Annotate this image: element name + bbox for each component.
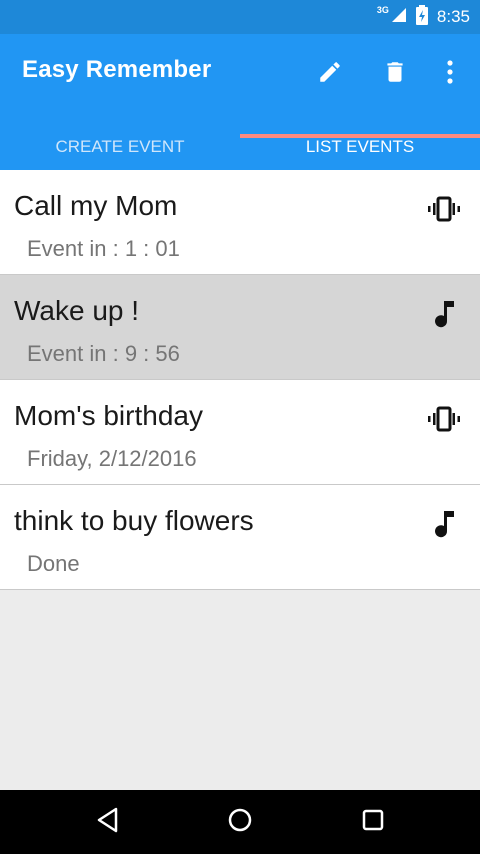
status-bar: 3G 8:35 (0, 0, 480, 34)
tab-list-events[interactable]: LIST EVENTS (240, 123, 480, 170)
system-nav-bar (0, 790, 480, 854)
vibrate-icon (426, 194, 462, 224)
signal-icon (391, 7, 407, 28)
event-title: Wake up ! (14, 295, 140, 326)
recents-button[interactable] (348, 802, 398, 842)
delete-icon (382, 59, 408, 90)
event-row[interactable]: Call my Mom Event in : 1 : 01 (0, 170, 480, 275)
delete-button[interactable] (375, 54, 415, 94)
recents-icon (361, 808, 385, 837)
battery-charging-icon (415, 4, 429, 30)
home-button[interactable] (215, 802, 265, 842)
event-subtitle: Event in : 9 : 56 (27, 341, 180, 366)
network-type-label: 3G (376, 5, 389, 15)
event-title: Call my Mom (14, 190, 178, 221)
music-note-icon (426, 509, 462, 539)
back-icon (96, 807, 120, 838)
tab-bar: CREATE EVENT LIST EVENTS (0, 123, 480, 170)
event-list: Call my Mom Event in : 1 : 01 Wake up ! … (0, 170, 480, 590)
status-icons: 3G 8:35 (377, 0, 470, 34)
tab-indicator (240, 134, 480, 138)
event-title: Mom's birthday (14, 400, 203, 431)
home-icon (227, 807, 253, 838)
event-row[interactable]: Mom's birthday Friday, 2/12/2016 (0, 380, 480, 485)
event-subtitle: Friday, 2/12/2016 (27, 446, 197, 471)
event-row[interactable]: Wake up ! Event in : 9 : 56 (0, 275, 480, 380)
tab-create-event[interactable]: CREATE EVENT (0, 123, 240, 170)
more-options-button[interactable] (430, 54, 470, 94)
event-row[interactable]: think to buy flowers Done (0, 485, 480, 590)
app-title: Easy Remember (22, 56, 212, 83)
status-time: 8:35 (436, 7, 470, 26)
event-subtitle: Event in : 1 : 01 (27, 236, 180, 261)
edit-button[interactable] (310, 54, 350, 94)
event-title: think to buy flowers (14, 505, 254, 536)
more-vert-icon (446, 59, 454, 90)
music-note-icon (426, 299, 462, 329)
event-subtitle: Done (27, 551, 80, 576)
vibrate-icon (426, 404, 462, 434)
app-bar: Easy Remember CREATE EVENT LIST EVENTS (0, 34, 480, 170)
edit-icon (317, 59, 343, 90)
back-button[interactable] (83, 802, 133, 842)
